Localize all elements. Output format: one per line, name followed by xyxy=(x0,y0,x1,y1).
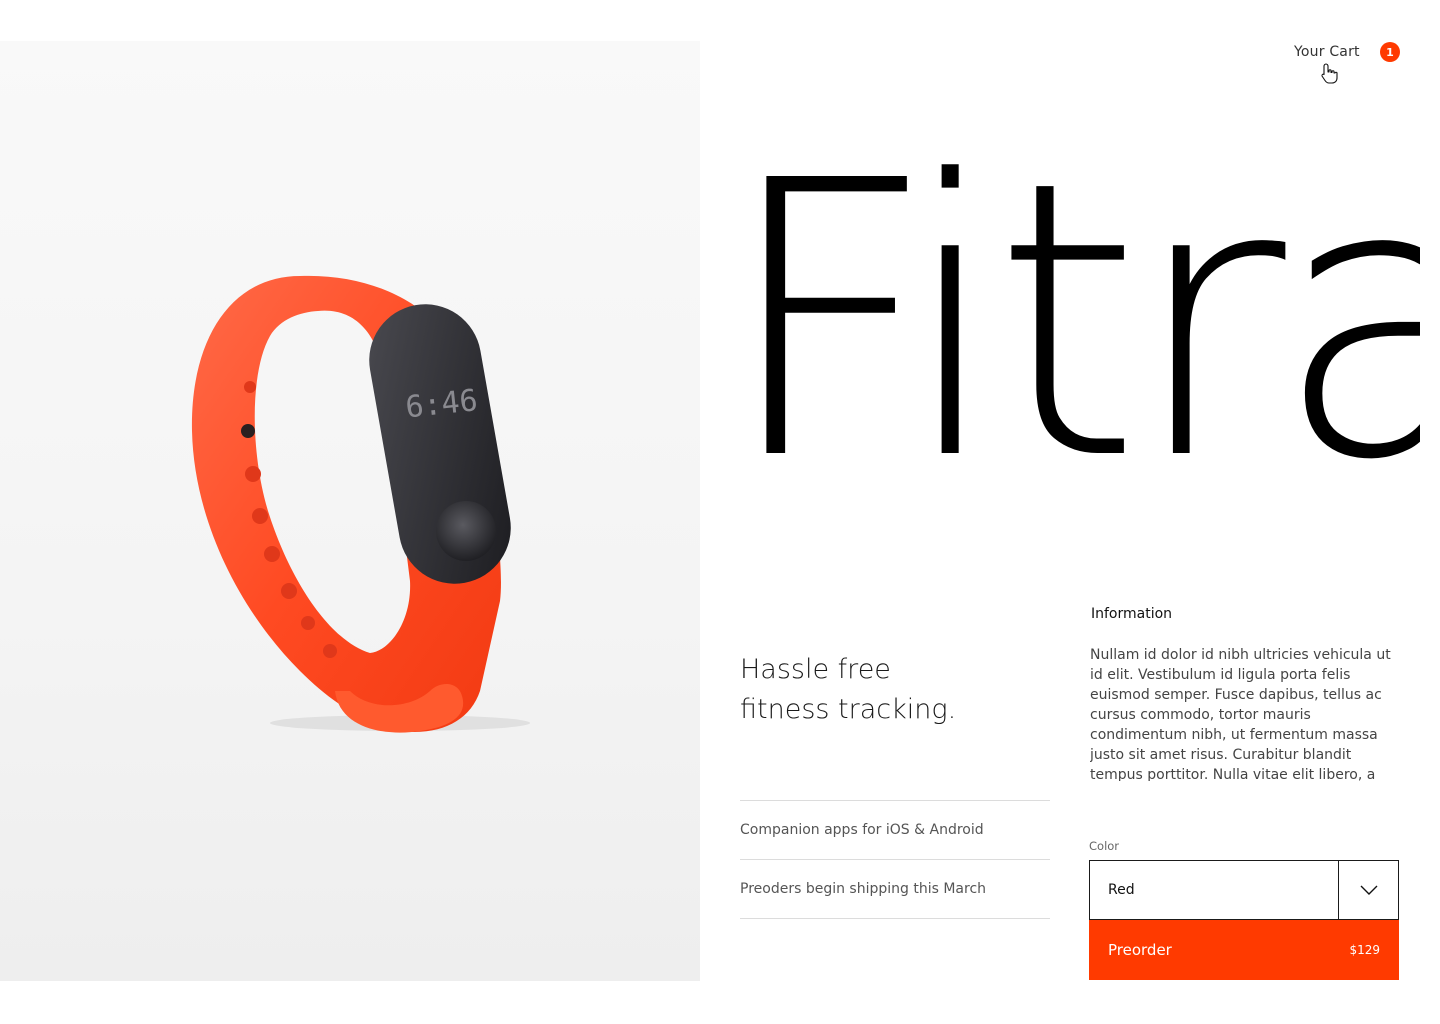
feature-item: Companion apps for iOS & Android xyxy=(740,801,1050,860)
tagline-line-1: Hassle free xyxy=(740,654,891,685)
information-heading: Information xyxy=(1091,606,1173,622)
cart-link[interactable]: Your Cart 1 xyxy=(1294,41,1400,63)
color-selected-value[interactable]: Red xyxy=(1090,861,1338,919)
feature-list: Companion apps for iOS & Android Preoder… xyxy=(740,800,1050,919)
product-tagline: Hassle free fitness tracking. xyxy=(740,650,1060,730)
cart-count-badge: 1 xyxy=(1380,42,1400,62)
tagline-line-2: fitness tracking. xyxy=(740,694,957,725)
color-select[interactable]: Red xyxy=(1089,860,1399,920)
product-title: Fitra xyxy=(720,132,1420,512)
color-dropdown-toggle[interactable] xyxy=(1338,861,1398,919)
information-text: Nullam id dolor id nibh ultricies vehicu… xyxy=(1090,647,1391,781)
cart-label[interactable]: Your Cart xyxy=(1294,44,1360,60)
preorder-button[interactable]: Preorder $129 xyxy=(1089,920,1399,980)
fitness-band-illustration: 6:46 xyxy=(191,275,530,733)
product-hero-image: 6:46 xyxy=(0,41,700,981)
hand-pointer-icon xyxy=(1321,63,1338,84)
feature-item: Preoders begin shipping this March xyxy=(740,860,1050,919)
color-label: Color xyxy=(1089,839,1120,853)
preorder-label: Preorder xyxy=(1108,941,1172,959)
price-label: $129 xyxy=(1349,943,1380,957)
chevron-down-icon xyxy=(1360,885,1377,895)
